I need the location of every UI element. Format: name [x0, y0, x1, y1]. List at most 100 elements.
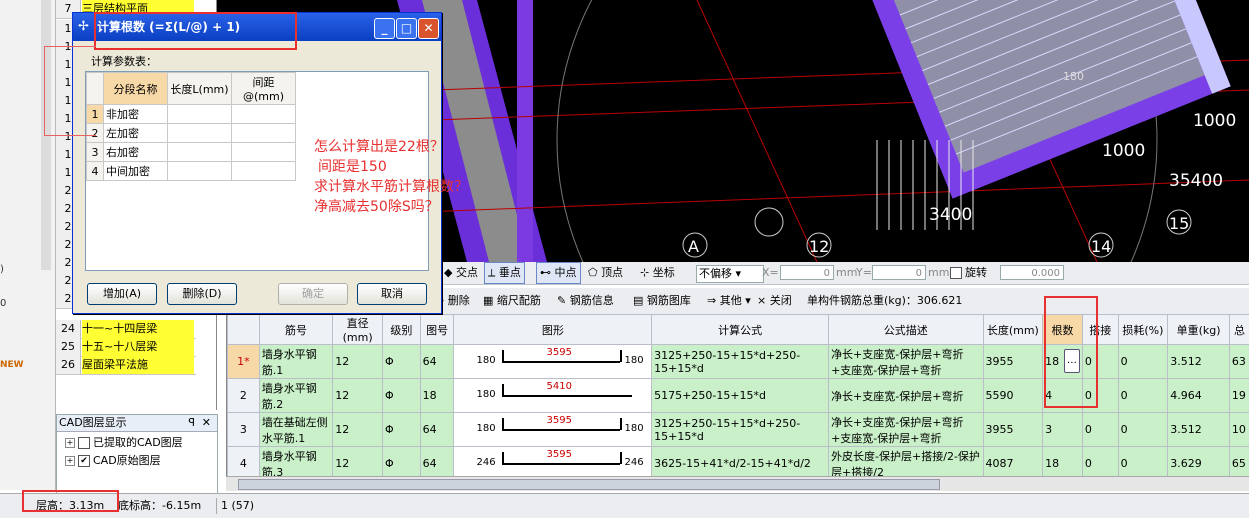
- cell-count[interactable]: 3: [1043, 413, 1083, 447]
- params-row[interactable]: 2左加密: [87, 124, 296, 143]
- params-segment-name[interactable]: 右加密: [104, 143, 168, 162]
- cell-formula[interactable]: 3125+250-15+15*d+250-15+15*d: [652, 413, 829, 447]
- scrollbar-thumb[interactable]: [238, 479, 940, 490]
- snap-intersection[interactable]: ◆ 交点: [444, 262, 478, 284]
- other-menu[interactable]: ⇒ 其他 ▾: [707, 290, 751, 312]
- cell-loss[interactable]: 0: [1118, 413, 1168, 447]
- ok-button[interactable]: 确定: [278, 283, 348, 305]
- header-formula[interactable]: 计算公式: [652, 315, 829, 345]
- y-input[interactable]: 0: [872, 265, 926, 280]
- params-segment-name[interactable]: 非加密: [104, 105, 168, 124]
- cell-fig[interactable]: 64: [420, 345, 454, 379]
- expand-icon[interactable]: +: [65, 456, 75, 466]
- layer-original-checkbox[interactable]: ✔: [78, 455, 90, 467]
- params-row[interactable]: 4中间加密: [87, 162, 296, 181]
- add-button[interactable]: 增加(A): [87, 283, 157, 305]
- params-row[interactable]: 1非加密: [87, 105, 296, 124]
- cell-len[interactable]: 3955: [983, 413, 1043, 447]
- shape-cell[interactable]: 1805410: [454, 379, 652, 413]
- params-spacing-cell[interactable]: [232, 105, 296, 124]
- cell-dia[interactable]: 12: [333, 413, 383, 447]
- cell-weight[interactable]: 3.629: [1168, 447, 1230, 477]
- layer-extracted-checkbox[interactable]: [78, 437, 90, 449]
- cell-idx[interactable]: 1*: [228, 345, 260, 379]
- cell-len[interactable]: 3955: [983, 345, 1043, 379]
- header-grade[interactable]: 级别: [382, 315, 420, 345]
- table-row[interactable]: 3墙在基础左侧水平筋.112Φ6418035951803125+250-15+1…: [228, 413, 1249, 447]
- cell-len[interactable]: 4087: [983, 447, 1043, 477]
- rebar-library-button[interactable]: ▤ 钢筋图库: [633, 290, 691, 312]
- layer-extracted[interactable]: +已提取的CAD图层: [65, 435, 183, 451]
- params-length-cell[interactable]: [168, 124, 232, 143]
- header-figure-no[interactable]: 图号: [420, 315, 454, 345]
- table-horizontal-scrollbar[interactable]: [226, 476, 1249, 491]
- params-header-name[interactable]: 分段名称: [104, 73, 168, 105]
- rebar-info-button[interactable]: ✎ 钢筋信息: [557, 290, 614, 312]
- cell-total[interactable]: 65: [1229, 447, 1249, 477]
- cell-desc[interactable]: 净长+支座宽-保护层+弯折+支座宽-保护层+弯折: [829, 413, 983, 447]
- cell-loss[interactable]: 0: [1118, 379, 1168, 413]
- header-unit-weight[interactable]: 单重(kg): [1168, 315, 1230, 345]
- cell-weight[interactable]: 3.512: [1168, 345, 1230, 379]
- cell-count[interactable]: 18: [1043, 447, 1083, 477]
- cell-fig[interactable]: 64: [420, 447, 454, 477]
- cell-loss[interactable]: 0: [1118, 345, 1168, 379]
- shape-cell[interactable]: 1803595180: [454, 413, 652, 447]
- snap-coordinate[interactable]: ⊹ 坐标: [640, 262, 675, 284]
- cell-fig[interactable]: 64: [420, 413, 454, 447]
- close-button[interactable]: × 关闭: [757, 290, 792, 312]
- params-segment-name[interactable]: 左加密: [104, 124, 168, 143]
- cell-grade[interactable]: Φ: [382, 413, 420, 447]
- x-input[interactable]: 0: [780, 265, 834, 280]
- cell-desc[interactable]: 外皮长度-保护层+搭接/2-保护层+搭接/2: [829, 447, 983, 477]
- maximize-button[interactable]: □: [396, 18, 417, 39]
- rotate-toggle[interactable]: 旋转: [950, 262, 987, 284]
- params-segment-name[interactable]: 中间加密: [104, 162, 168, 181]
- floor-row[interactable]: 26屋面梁平法施: [56, 356, 196, 375]
- cell-name[interactable]: 墙身水平钢筋.2: [259, 379, 332, 413]
- cell-total[interactable]: 10: [1229, 413, 1249, 447]
- params-length-cell[interactable]: [168, 105, 232, 124]
- cell-name[interactable]: 墙身水平钢筋.1: [259, 345, 332, 379]
- cell-dia[interactable]: 12: [333, 345, 383, 379]
- header-total[interactable]: 总: [1229, 315, 1249, 345]
- shape-cell[interactable]: 1803595180: [454, 345, 652, 379]
- rotate-checkbox[interactable]: [950, 267, 962, 279]
- cell-formula[interactable]: 3125+250-15+15*d+250-15+15*d: [652, 345, 829, 379]
- floor-row[interactable]: 24十一~十四层梁: [56, 320, 196, 339]
- layer-original[interactable]: +✔CAD原始图层: [65, 453, 161, 469]
- cell-grade[interactable]: Φ: [382, 345, 420, 379]
- pin-icon[interactable]: ꟼ: [188, 415, 195, 431]
- header-bar-no[interactable]: 筋号: [259, 315, 332, 345]
- cell-desc[interactable]: 净长+支座宽-保护层+弯折: [829, 379, 983, 413]
- params-spacing-cell[interactable]: [232, 162, 296, 181]
- scale-rebar-button[interactable]: ▦ 缩尺配筋: [483, 290, 541, 312]
- params-length-cell[interactable]: [168, 143, 232, 162]
- cell-formula[interactable]: 5175+250-15+15*d: [652, 379, 829, 413]
- params-length-cell[interactable]: [168, 162, 232, 181]
- rotate-input[interactable]: 0.000: [1000, 265, 1064, 280]
- header-diameter[interactable]: 直径(mm): [333, 315, 383, 345]
- params-spacing-cell[interactable]: [232, 143, 296, 162]
- cancel-button[interactable]: 取消: [357, 283, 427, 305]
- floor-row[interactable]: 25十五~十八层梁: [56, 338, 196, 357]
- cell-formula[interactable]: 3625-15+41*d/2-15+41*d/2: [652, 447, 829, 477]
- snap-midpoint[interactable]: ⊷ 中点: [536, 262, 581, 284]
- cell-fig[interactable]: 18: [420, 379, 454, 413]
- params-row[interactable]: 3右加密: [87, 143, 296, 162]
- cell-dia[interactable]: 12: [333, 379, 383, 413]
- cell-grade[interactable]: Φ: [382, 447, 420, 477]
- cell-weight[interactable]: 3.512: [1168, 413, 1230, 447]
- header-loss[interactable]: 损耗(%): [1118, 315, 1168, 345]
- offset-select[interactable]: 不偏移 ▾: [696, 265, 764, 283]
- cell-desc[interactable]: 净长+支座宽-保护层+弯折+支座宽-保护层+弯折: [829, 345, 983, 379]
- minimize-button[interactable]: _: [374, 18, 395, 39]
- cell-name[interactable]: 墙在基础左侧水平筋.1: [259, 413, 332, 447]
- cell-len[interactable]: 5590: [983, 379, 1043, 413]
- header-description[interactable]: 公式描述: [829, 315, 983, 345]
- cell-idx[interactable]: 3: [228, 413, 260, 447]
- params-header-length[interactable]: 长度L(mm): [168, 73, 232, 105]
- cell-total[interactable]: 19: [1229, 379, 1249, 413]
- close-icon[interactable]: ✕: [202, 415, 211, 431]
- table-row[interactable]: 4墙身水平钢筋.312Φ6424635952463625-15+41*d/2-1…: [228, 447, 1249, 477]
